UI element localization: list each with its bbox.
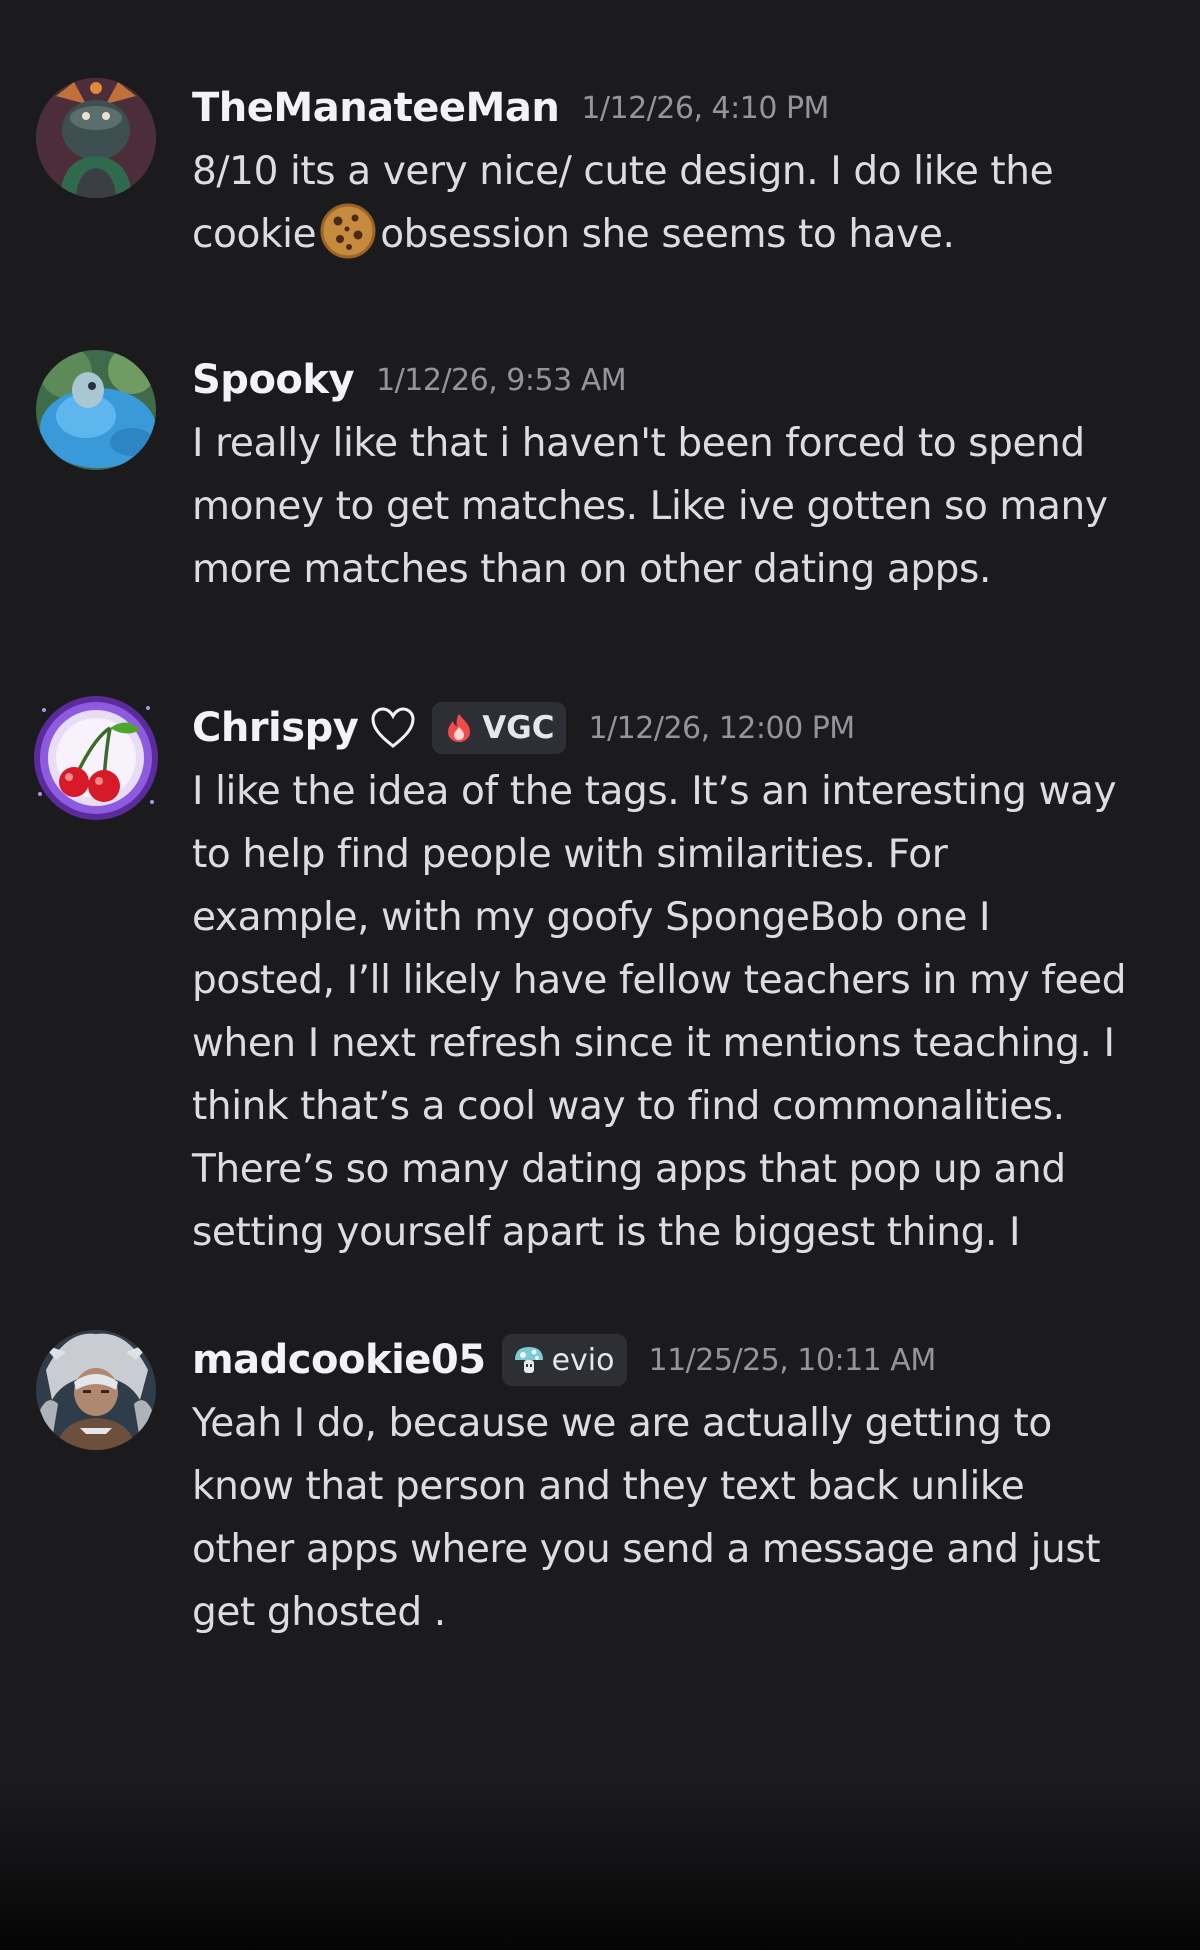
message-text-fragment: obsession she seems to have. — [380, 212, 955, 257]
timestamp: 1/12/26, 9:53 AM — [376, 362, 627, 398]
message-line: cookie obsession she seems to have. — [192, 203, 1174, 266]
message-line: know that person and they text back unli… — [192, 1464, 1025, 1509]
avatar[interactable] — [34, 696, 158, 820]
guild-tag-badge[interactable]: evio — [501, 1334, 627, 1386]
guild-tag-label: evio — [551, 1342, 615, 1378]
message-line: example, with my goofy SpongeBob one I — [192, 895, 991, 940]
timestamp: 1/12/26, 12:00 PM — [588, 710, 855, 746]
message-line: other apps where you send a message and … — [192, 1527, 1101, 1572]
guild-tag-label: VGC — [482, 710, 555, 746]
message-line: There’s so many dating apps that pop up … — [192, 1147, 1066, 1192]
avatar[interactable] — [36, 350, 156, 470]
heart-outline-icon — [370, 706, 416, 750]
message-text: I like the idea of the tags. It’s an int… — [192, 760, 1174, 1264]
message-line: Yeah I do, because we are actually getti… — [192, 1401, 1052, 1446]
timestamp: 11/25/25, 10:11 AM — [648, 1342, 937, 1378]
avatar[interactable] — [36, 78, 156, 198]
fire-icon — [442, 711, 476, 745]
message-line: money to get matches. Like ive gotten so… — [192, 484, 1108, 529]
username[interactable]: Spooky — [192, 357, 355, 403]
message-line: setting yourself apart is the biggest th… — [192, 1210, 1021, 1255]
message-line: more matches than on other dating apps. — [192, 547, 991, 592]
message-text: 8/10 its a very nice/ cute design. I do … — [192, 140, 1174, 266]
message-line: get ghosted . — [192, 1590, 446, 1635]
message-line: when I next refresh since it mentions te… — [192, 1021, 1115, 1066]
message-line: 8/10 its a very nice/ cute design. I do … — [192, 149, 1054, 194]
message-line: I really like that i haven't been forced… — [192, 421, 1085, 466]
message-line: think that’s a cool way to find commonal… — [192, 1084, 1065, 1129]
mushroom-icon — [512, 1343, 546, 1377]
message-text: I really like that i haven't been forced… — [192, 412, 1174, 601]
message-text-fragment: cookie — [192, 212, 317, 257]
guild-tag-badge[interactable]: VGC — [432, 702, 567, 754]
username[interactable]: Chrispy — [192, 705, 359, 751]
message-text: Yeah I do, because we are actually getti… — [192, 1392, 1174, 1644]
avatar[interactable] — [36, 1330, 156, 1450]
username[interactable]: TheManateeMan — [192, 85, 560, 131]
cookie-emoji-icon — [320, 203, 376, 259]
message-line: to help find people with similarities. F… — [192, 832, 948, 877]
message-line: posted, I’ll likely have fellow teachers… — [192, 958, 1127, 1003]
username[interactable]: madcookie05 — [192, 1337, 486, 1383]
message-line: I like the idea of the tags. It’s an int… — [192, 769, 1117, 814]
timestamp: 1/12/26, 4:10 PM — [581, 90, 829, 126]
